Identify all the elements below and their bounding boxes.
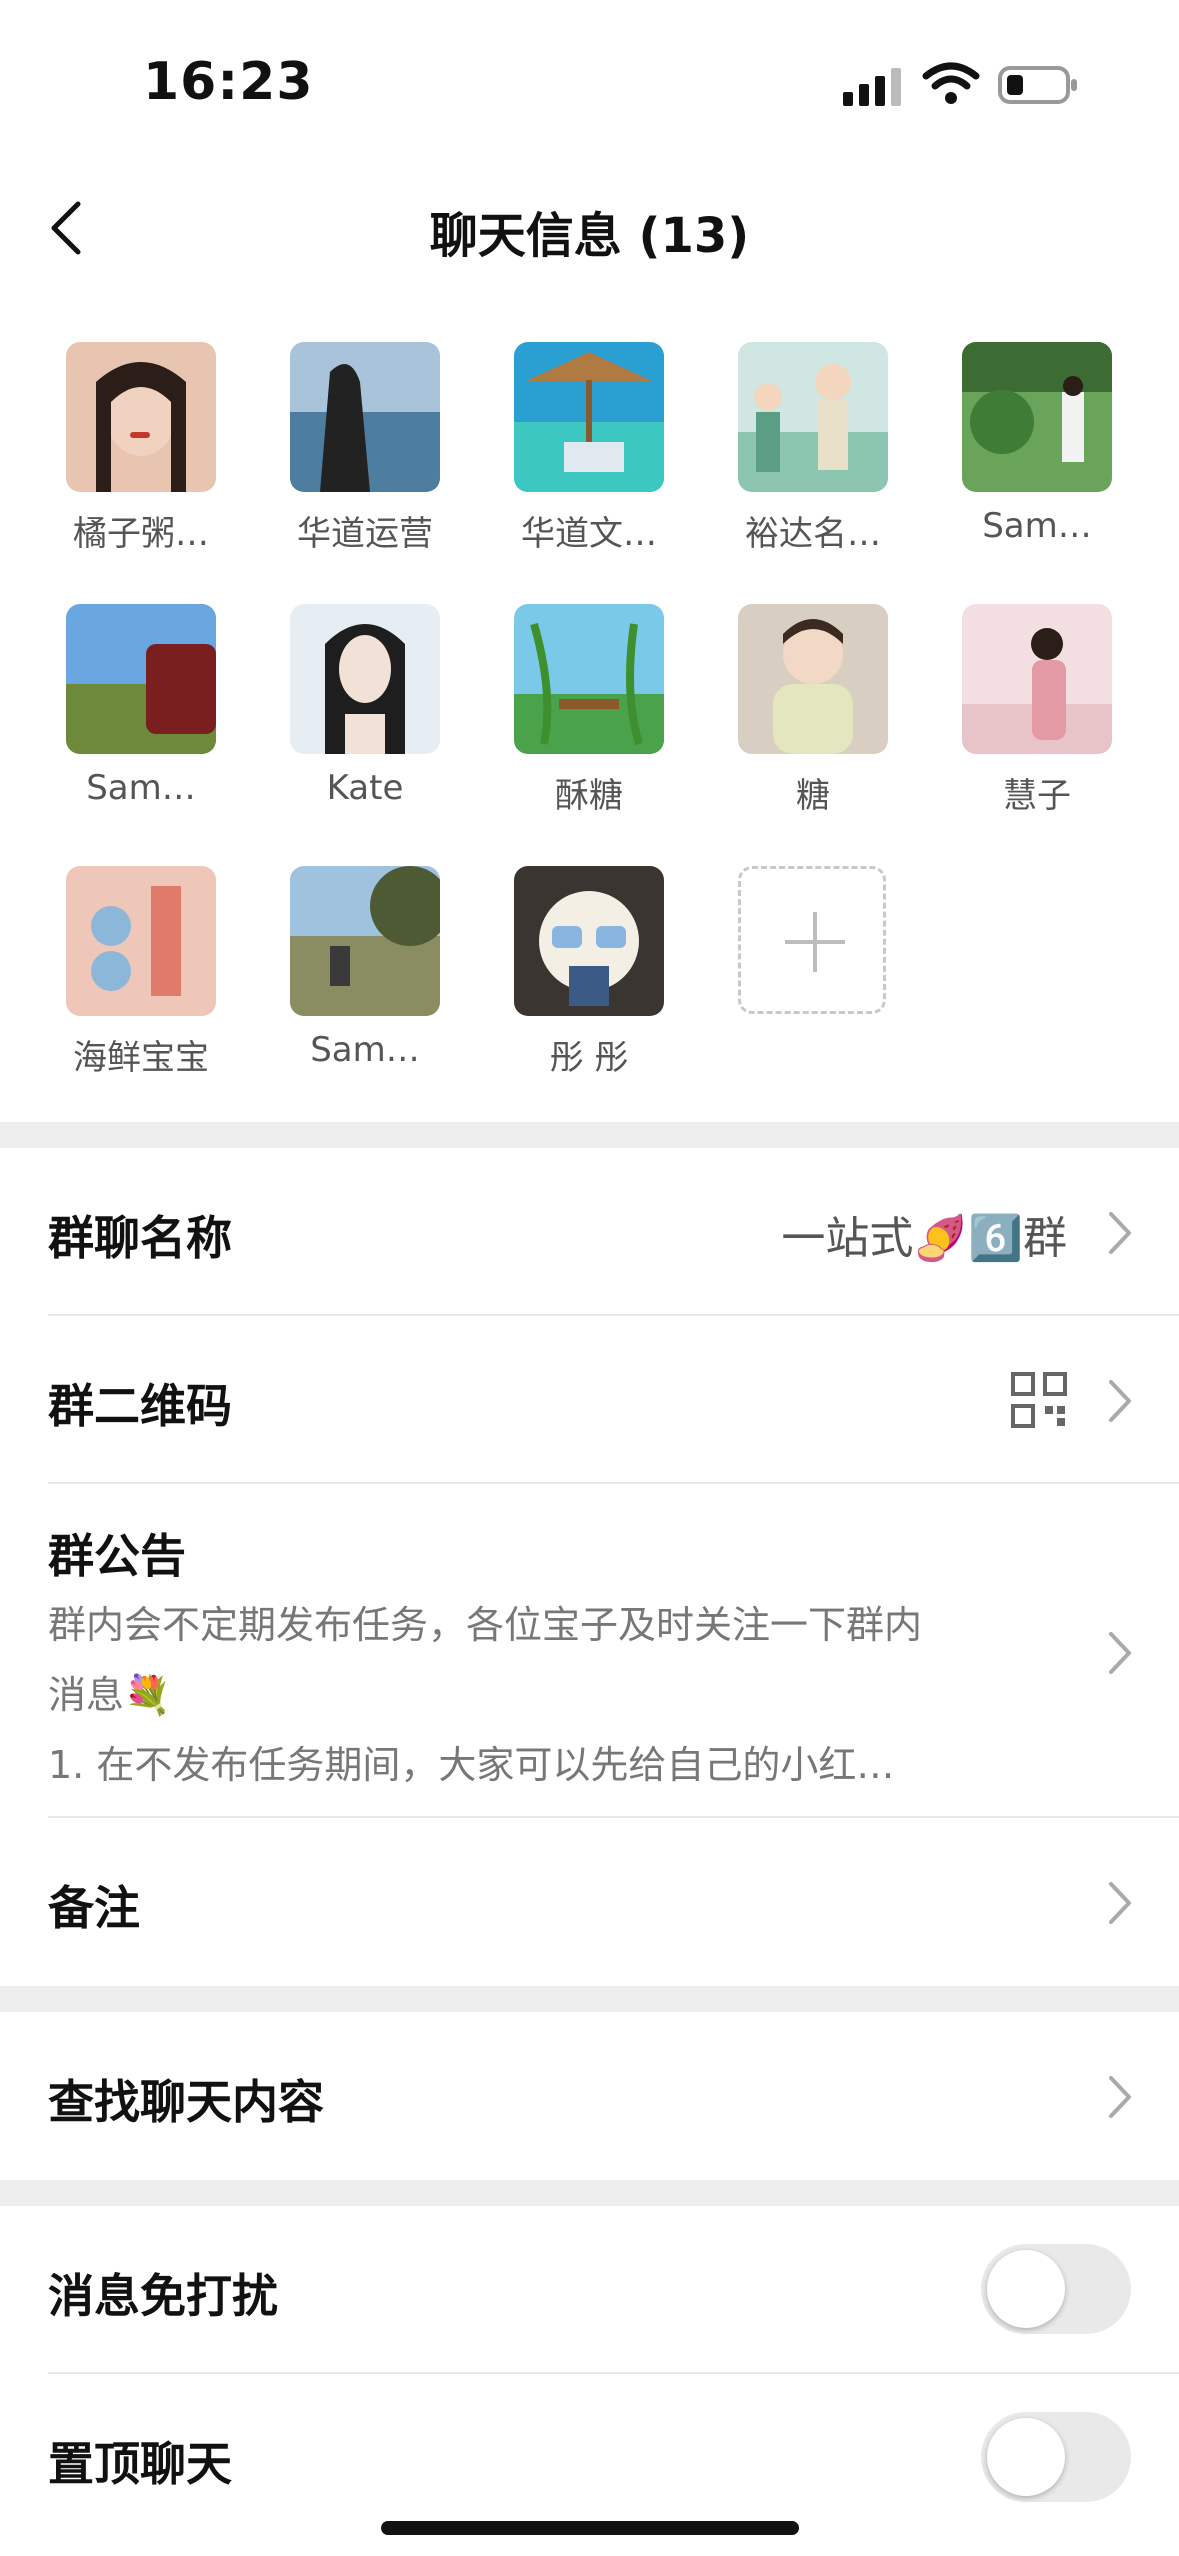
member-name: 慧子 bbox=[1003, 776, 1071, 816]
member-name: 裕达名… bbox=[745, 514, 881, 554]
remark-label: 备注 bbox=[48, 1881, 140, 1935]
member-tile[interactable]: 华道运营 bbox=[268, 320, 448, 570]
cellular-signal-icon bbox=[843, 68, 901, 106]
group-notice-line: 群内会不定期发布任务，各位宝子及时关注一下群内 bbox=[48, 1603, 923, 1647]
avatar bbox=[66, 342, 216, 492]
pin-toggle[interactable] bbox=[981, 2412, 1131, 2502]
pin-row: 置顶聊天 bbox=[0, 2374, 1179, 2542]
avatar bbox=[290, 604, 440, 754]
chevron-right-icon bbox=[1109, 1632, 1131, 1674]
avatar bbox=[514, 866, 664, 1016]
nav-bar: 聊天信息 (13) bbox=[0, 150, 1179, 300]
member-name: 海鲜宝宝 bbox=[73, 1038, 209, 1078]
group-notice-label: 群公告 bbox=[48, 1529, 186, 1583]
add-member-button[interactable] bbox=[738, 866, 886, 1014]
group-name-label: 群聊名称 bbox=[48, 1211, 232, 1265]
mute-toggle[interactable] bbox=[981, 2244, 1131, 2334]
member-tile[interactable]: 糖 bbox=[716, 582, 896, 832]
avatar bbox=[962, 342, 1112, 492]
member-name: 糖 bbox=[796, 776, 830, 816]
search-chat-row[interactable]: 查找聊天内容 bbox=[0, 2012, 1179, 2180]
avatar bbox=[962, 604, 1112, 754]
member-name: 华道文… bbox=[521, 514, 657, 554]
member-tile[interactable]: 彤 彤 bbox=[492, 844, 672, 1094]
wifi-icon bbox=[922, 62, 980, 104]
group-notice-line: 消息💐 bbox=[48, 1673, 172, 1717]
member-tile[interactable]: 橘子粥… bbox=[44, 320, 224, 570]
qr-code-icon bbox=[1011, 1372, 1067, 1428]
member-tile[interactable]: Sam… bbox=[940, 320, 1120, 570]
avatar bbox=[738, 604, 888, 754]
avatar bbox=[290, 866, 440, 1016]
page-title: 聊天信息 (13) bbox=[429, 208, 750, 264]
avatar bbox=[514, 342, 664, 492]
avatar bbox=[66, 866, 216, 1016]
avatar bbox=[514, 604, 664, 754]
add-member-tile[interactable] bbox=[716, 844, 896, 1094]
avatar bbox=[738, 342, 888, 492]
qr-code-label: 群二维码 bbox=[48, 1379, 232, 1433]
member-tile[interactable]: 海鲜宝宝 bbox=[44, 844, 224, 1094]
member-name: Kate bbox=[326, 768, 404, 808]
member-tile[interactable]: 酥糖 bbox=[492, 582, 672, 832]
member-tile[interactable]: Sam… bbox=[44, 582, 224, 832]
group-name-row[interactable]: 群聊名称 一站式🍠6️⃣群 bbox=[0, 1148, 1179, 1316]
member-name: Sam… bbox=[310, 1030, 420, 1070]
chevron-right-icon bbox=[1109, 1380, 1131, 1422]
chevron-right-icon bbox=[1109, 1212, 1131, 1254]
group-name-value: 一站式🍠6️⃣群 bbox=[781, 1213, 1067, 1264]
section-separator bbox=[0, 1986, 1179, 2012]
status-time: 16:23 bbox=[143, 52, 314, 112]
member-name: 彤 彤 bbox=[549, 1038, 629, 1078]
member-tile[interactable]: Sam… bbox=[268, 844, 448, 1094]
member-name: Sam… bbox=[86, 768, 196, 808]
member-tile[interactable]: 慧子 bbox=[940, 582, 1120, 832]
member-name: 华道运营 bbox=[297, 514, 433, 554]
chevron-right-icon bbox=[1109, 1882, 1131, 1924]
group-notice-line: 1. 在不发布任务期间，大家可以先给自己的小红… bbox=[48, 1743, 895, 1787]
member-tile[interactable]: Kate bbox=[268, 582, 448, 832]
battery-icon bbox=[998, 66, 1077, 104]
group-notice-row[interactable]: 群公告 群内会不定期发布任务，各位宝子及时关注一下群内 消息💐 1. 在不发布任… bbox=[0, 1484, 1179, 1818]
mute-row: 消息免打扰 bbox=[0, 2206, 1179, 2374]
qr-code-row[interactable]: 群二维码 bbox=[0, 1316, 1179, 1484]
status-bar: 16:23 bbox=[0, 0, 1179, 150]
remark-row[interactable]: 备注 bbox=[0, 1818, 1179, 1986]
avatar bbox=[290, 342, 440, 492]
section-separator bbox=[0, 1122, 1179, 1148]
section-separator bbox=[0, 2180, 1179, 2206]
member-name: Sam… bbox=[982, 506, 1092, 546]
search-chat-label: 查找聊天内容 bbox=[48, 2075, 324, 2129]
member-name: 橘子粥… bbox=[73, 514, 209, 554]
chevron-right-icon bbox=[1109, 2076, 1131, 2118]
avatar bbox=[66, 604, 216, 754]
home-indicator bbox=[381, 2521, 799, 2535]
member-grid: 橘子粥… 华道运营 华道文… 裕达名… Sam… Sam… Kate 酥糖 糖 … bbox=[0, 320, 1179, 1090]
member-name: 酥糖 bbox=[555, 776, 623, 816]
mute-label: 消息免打扰 bbox=[48, 2269, 278, 2323]
member-tile[interactable]: 华道文… bbox=[492, 320, 672, 570]
pin-label: 置顶聊天 bbox=[48, 2437, 232, 2491]
member-tile[interactable]: 裕达名… bbox=[716, 320, 896, 570]
